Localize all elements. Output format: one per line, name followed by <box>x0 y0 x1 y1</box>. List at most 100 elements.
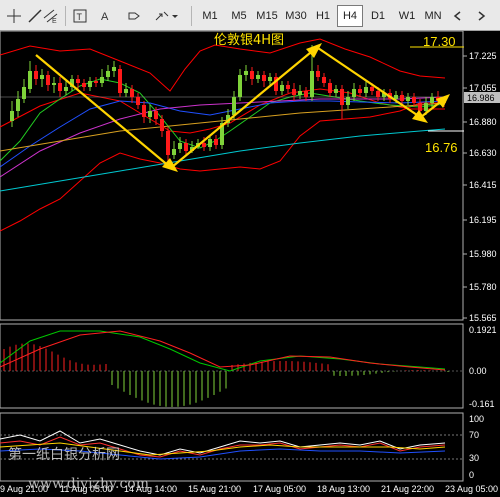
candle-body <box>178 143 182 149</box>
tab-h1[interactable]: H1 <box>311 5 335 27</box>
candle-body <box>58 83 62 91</box>
candle-body <box>232 97 236 115</box>
watermark: 第一纸白银分析网 <box>8 446 120 463</box>
arrows-dropdown-icon[interactable] <box>152 5 182 27</box>
candle-body <box>406 97 410 101</box>
candle-body <box>370 87 374 91</box>
candle-body <box>172 149 176 155</box>
price-label: 15.980 <box>469 249 497 259</box>
toolbar: E T A M1 M5 M15 M30 H1 H4 D1 W1 MN <box>0 0 500 31</box>
tab-m5[interactable]: M5 <box>226 5 252 27</box>
candle-body <box>148 111 152 117</box>
candle-body <box>244 71 248 75</box>
macd-label: 0.00 <box>469 366 487 376</box>
candle-body <box>400 95 404 101</box>
rsi-label: 70 <box>469 430 479 440</box>
candle-body <box>394 95 398 99</box>
tab-h4[interactable]: H4 <box>337 5 363 27</box>
candle-body <box>286 85 290 89</box>
svg-text:A: A <box>101 11 109 23</box>
watermark-url: www.diyizhy.com <box>28 476 149 492</box>
scroll-right-icon[interactable] <box>472 5 490 27</box>
tab-d1[interactable]: D1 <box>365 5 391 27</box>
candle-body <box>166 131 170 155</box>
candle-body <box>250 71 254 79</box>
candle-body <box>160 119 164 131</box>
x-label: 15 Aug 21:00 <box>188 484 241 494</box>
candle-body <box>130 89 134 97</box>
price-label: 17.225 <box>469 51 497 61</box>
tab-w1[interactable]: W1 <box>394 5 420 27</box>
chart-area[interactable]: 17.225 17.055 16.880 16.630 16.415 16.19… <box>0 31 500 497</box>
chart-title: 伦敦银4H图 <box>214 32 284 48</box>
x-label: 18 Aug 13:00 <box>317 484 370 494</box>
candle-body <box>40 75 44 79</box>
candle-body <box>340 89 344 105</box>
candle-body <box>136 97 140 105</box>
candle-body <box>214 139 218 145</box>
rsi-label: 100 <box>469 414 484 424</box>
candle-body <box>298 91 302 95</box>
scroll-left-icon[interactable] <box>449 5 467 27</box>
candle-body <box>238 75 242 97</box>
candle-body <box>154 111 158 119</box>
price-label: 15.780 <box>469 282 497 292</box>
rsi-label: 30 <box>469 453 479 463</box>
crosshair-icon[interactable] <box>4 5 24 27</box>
svg-text:T: T <box>77 12 83 22</box>
candle-body <box>202 143 206 147</box>
candle-body <box>358 89 362 93</box>
candle-body <box>334 89 338 93</box>
svg-text:E: E <box>52 18 57 23</box>
candle-body <box>364 87 368 93</box>
price-panel[interactable]: 17.225 17.055 16.880 16.630 16.415 16.19… <box>0 31 500 323</box>
candle-body <box>262 75 266 81</box>
candle-body <box>88 81 92 87</box>
candle-body <box>118 69 122 93</box>
tab-m1[interactable]: M1 <box>196 5 224 27</box>
text-icon[interactable]: T <box>70 5 90 27</box>
price-label-icon[interactable] <box>124 5 144 27</box>
price-label: 16.415 <box>469 180 497 190</box>
candle-body <box>310 71 314 97</box>
candle-body <box>82 83 86 87</box>
rsi-label: 0 <box>469 470 474 480</box>
macd-label: 0.1921 <box>469 325 497 335</box>
label-icon[interactable]: A <box>96 5 116 27</box>
candle-body <box>328 83 332 93</box>
price-label: 17.055 <box>469 83 497 93</box>
candle-body <box>124 89 128 93</box>
price-label: 16.880 <box>469 117 497 127</box>
candle-body <box>292 89 296 95</box>
x-label: 23 Aug 05:00 <box>445 484 498 494</box>
current-price: 16.986 <box>467 93 495 103</box>
candle-body <box>34 71 38 79</box>
candle-body <box>184 143 188 151</box>
tab-mn[interactable]: MN <box>422 5 444 27</box>
macd-label: -0.161 <box>469 399 495 409</box>
candle-body <box>142 105 146 117</box>
candle-body <box>412 97 416 103</box>
candle-body <box>430 97 434 103</box>
candle-body <box>304 91 308 97</box>
candle-body <box>424 103 428 111</box>
candle-body <box>16 99 20 111</box>
price-label: 15.565 <box>469 313 497 323</box>
candle-body <box>76 79 80 83</box>
x-label: 21 Aug 22:00 <box>381 484 434 494</box>
candle-body <box>322 77 326 83</box>
candle-body <box>418 103 422 111</box>
candle-body <box>100 77 104 83</box>
candle-body <box>346 97 350 105</box>
macd-panel[interactable]: 0.1921 0.00 -0.161 <box>0 323 497 409</box>
candle-body <box>352 89 356 97</box>
candle-body <box>316 71 320 77</box>
candle-body <box>28 71 32 89</box>
candle-body <box>94 81 98 83</box>
candle-body <box>280 85 284 91</box>
low-annotation: 16.76 <box>425 140 458 155</box>
channel-icon[interactable]: E <box>40 5 62 27</box>
tab-m30[interactable]: M30 <box>282 5 310 27</box>
tab-m15[interactable]: M15 <box>253 5 281 27</box>
candle-body <box>10 111 14 121</box>
